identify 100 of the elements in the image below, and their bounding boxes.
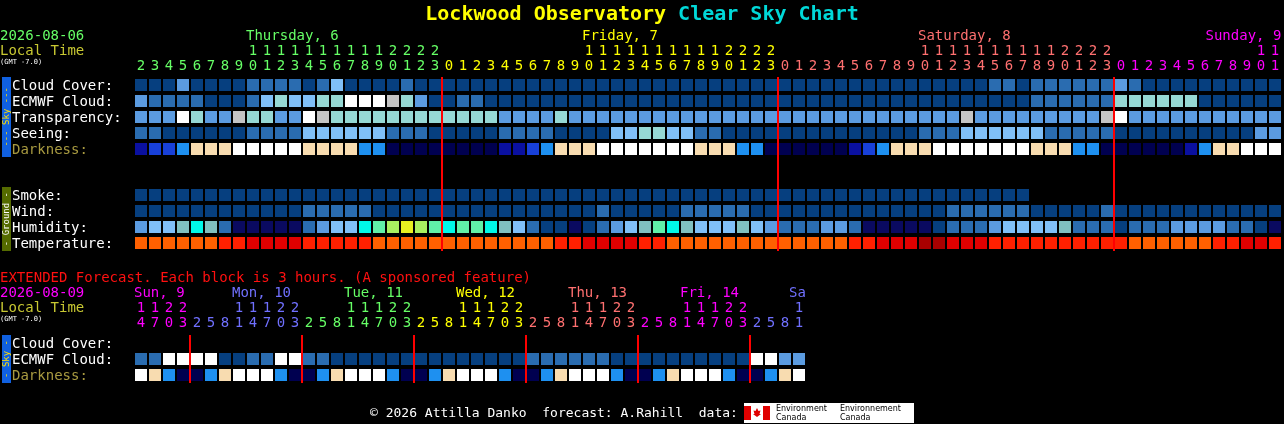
hour-label: 13: [962, 43, 972, 73]
hour-label: 5: [766, 315, 776, 330]
hour-label: 20: [164, 300, 174, 330]
hour-label: 21: [402, 43, 412, 73]
row-label: Cloud Cover:: [12, 335, 114, 351]
hour-label: 14: [248, 300, 258, 330]
hour-label: 8: [1228, 58, 1238, 73]
hour-label: 6: [864, 58, 874, 73]
hour-label: 5: [178, 58, 188, 73]
hour-label: 23: [626, 300, 636, 330]
day-label: Saturday, 8: [918, 27, 1011, 43]
hour-label: 4: [836, 58, 846, 73]
hour-label: 14: [976, 43, 986, 73]
forecast-date: 2026-08-06: [0, 28, 85, 43]
hour-label: 7: [542, 58, 552, 73]
local-time-label: Local Time: [0, 43, 85, 58]
hour-label: 12: [276, 43, 286, 73]
hour-label: 5: [514, 58, 524, 73]
hour-label: 9: [570, 58, 580, 73]
hour-label: 4: [164, 58, 174, 73]
hour-label: 17: [710, 300, 720, 330]
hour-label: 20: [388, 43, 398, 73]
hour-label: 2: [752, 315, 762, 330]
row-label: Transparency:: [12, 109, 122, 125]
provider-name-fr: Environnement Canada: [839, 404, 902, 422]
hour-label: 21: [1074, 43, 1084, 73]
day-label: Friday, 7: [582, 27, 658, 43]
hour-label: 14: [640, 43, 650, 73]
hour-label: 16: [332, 43, 342, 73]
hour-label: 8: [556, 315, 566, 330]
hour-label: 17: [598, 300, 608, 330]
hour-label: 2: [304, 315, 314, 330]
hour-label: 5: [206, 315, 216, 330]
hour-label: 5: [318, 315, 328, 330]
hour-label: 9: [1242, 58, 1252, 73]
hour-label: 17: [682, 43, 692, 73]
hour-label: 11: [598, 43, 608, 73]
hour-label: 2: [136, 58, 146, 73]
row-label: Wind:: [12, 203, 55, 219]
hour-label: 8: [780, 315, 790, 330]
hour-label: 13: [626, 43, 636, 73]
day-label: Sunday, 9: [1205, 27, 1282, 43]
hour-label: 8: [892, 58, 902, 73]
hour-label: 23: [766, 43, 776, 73]
hour-label: 15: [990, 43, 1000, 73]
hour-label: 2: [640, 315, 650, 330]
day-label: Fri, 14: [680, 284, 739, 300]
day-label: Wed, 12: [456, 284, 515, 300]
hour-label: 10: [1256, 43, 1266, 73]
hour-label: 18: [360, 43, 370, 73]
hour-label: 11: [794, 300, 804, 330]
hour-label: 8: [220, 315, 230, 330]
hour-label: 5: [1186, 58, 1196, 73]
hour-label: 7: [206, 58, 216, 73]
hour-label: 22: [752, 43, 762, 73]
hour-label: 22: [416, 43, 426, 73]
row-label: Darkness:: [12, 141, 88, 157]
hour-label: 17: [486, 300, 496, 330]
row-label: Seeing:: [12, 125, 71, 141]
hour-label: 22: [1088, 43, 1098, 73]
hour-label: 20: [388, 300, 398, 330]
hour-label: 8: [668, 315, 678, 330]
hour-label: 21: [738, 43, 748, 73]
hour-label: 14: [136, 300, 146, 330]
hour-label: 19: [1046, 43, 1056, 73]
hour-label: 15: [318, 43, 328, 73]
day-label: Sa: [789, 284, 806, 300]
hour-label: 9: [906, 58, 916, 73]
hour-label: 0: [444, 58, 454, 73]
hour-label: 19: [710, 43, 720, 73]
hour-label: 3: [486, 58, 496, 73]
hour-label: 20: [724, 43, 734, 73]
row-label: Humidity:: [12, 219, 88, 235]
hour-label: 17: [150, 300, 160, 330]
hour-label: 10: [248, 43, 258, 73]
hour-label: 6: [192, 58, 202, 73]
hour-label: 5: [654, 315, 664, 330]
hour-label: 11: [682, 300, 692, 330]
hour-label: 1: [794, 58, 804, 73]
hour-label: 17: [262, 300, 272, 330]
hour-label: 11: [234, 300, 244, 330]
hour-label: 20: [1060, 43, 1070, 73]
hour-label: 11: [458, 300, 468, 330]
hour-label: 14: [304, 43, 314, 73]
hour-label: 23: [402, 300, 412, 330]
hour-label: 17: [346, 43, 356, 73]
row-label: Cloud Cover:: [12, 77, 114, 93]
day-label: Tue, 11: [344, 284, 403, 300]
hour-label: 6: [528, 58, 538, 73]
hour-label: 13: [290, 43, 300, 73]
hour-label: 10: [920, 43, 930, 73]
day-label: Mon, 10: [232, 284, 291, 300]
observatory-title: Lockwood Observatory: [425, 0, 667, 27]
hour-label: 23: [1102, 43, 1112, 73]
chart-title: Clear Sky Chart: [678, 0, 859, 27]
hour-label: 11: [1270, 43, 1280, 73]
hour-label: 23: [178, 300, 188, 330]
hour-label: 2: [192, 315, 202, 330]
credit-text: © 2026 Attilla Danko forecast: A.Rahill data:: [370, 405, 738, 421]
hour-label: 1: [1130, 58, 1140, 73]
